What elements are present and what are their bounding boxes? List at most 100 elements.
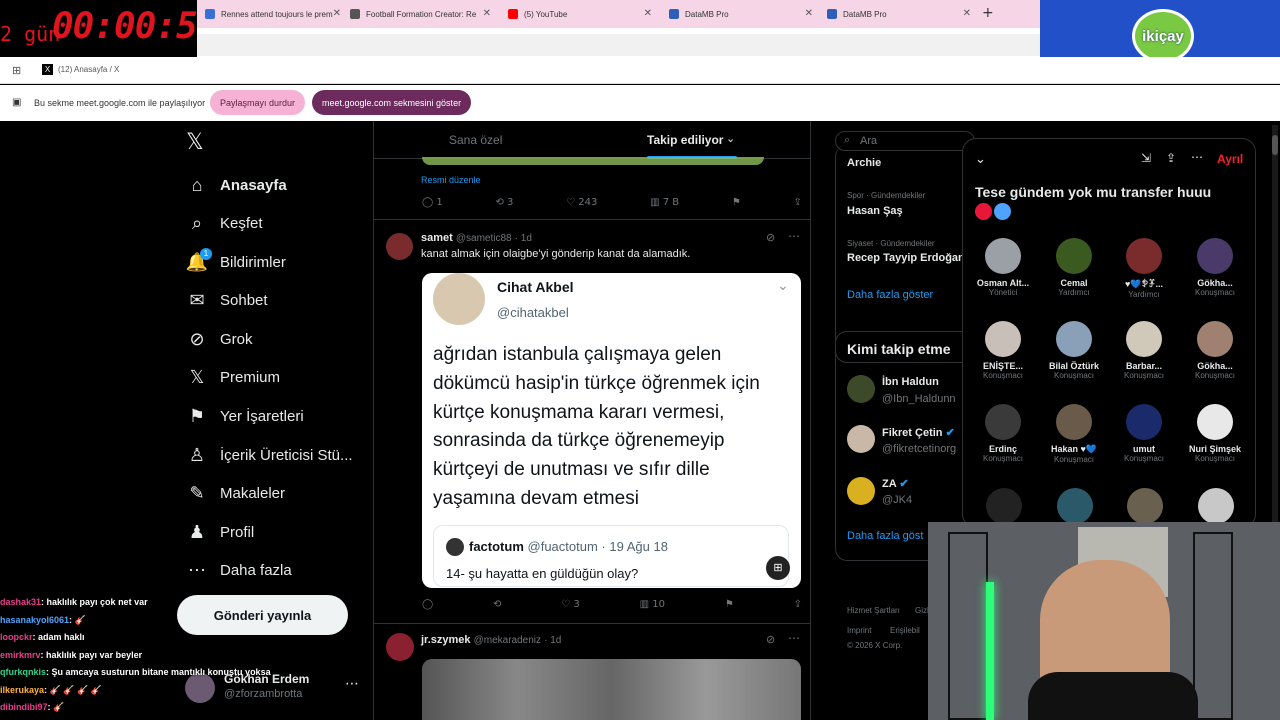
bookmark-button[interactable]: ⚑ [725,599,734,610]
browser-tab[interactable]: Rennes attend toujours le prem ✕ [197,0,347,28]
sidebar-item-bookmarks[interactable]: ⚑ Yer İşaretleri [186,401,304,431]
inner-author-name: factotum [469,539,524,554]
x-logo-icon: X [42,64,53,75]
speaker[interactable]: ♥💙ꉣꐞ... Yardımcı [1111,238,1177,299]
site-favicon-icon [350,9,360,19]
follow-name[interactable]: Fikret Çetin ✔ [882,426,955,439]
browser-tab[interactable]: DataMB Pro ✕ [661,0,819,28]
bookmark-button[interactable]: ⚑ [732,197,741,208]
more-icon: ⋯ [188,559,206,580]
avatar[interactable] [847,425,875,453]
footer-link[interactable]: Imprint [847,626,871,635]
trend-title[interactable]: Hasan Şaş [847,205,903,217]
author-name[interactable]: jr.szymek [421,634,471,646]
sidebar-item-articles[interactable]: ✎ Makaleler [186,478,285,508]
sidebar-item-profile[interactable]: ♟ Profil [186,517,254,547]
follow-name[interactable]: ZA ✔ [882,477,909,490]
avatar[interactable] [386,233,413,260]
avatar[interactable] [386,633,414,661]
footer-link[interactable]: Gizl [915,606,929,615]
account-menu-icon[interactable]: ⋯ [345,676,359,692]
avatar [1126,238,1162,274]
leave-button[interactable]: Ayrıl [1217,152,1243,166]
chat-username: dashak31 [0,597,42,607]
speaker[interactable]: Cemal Yardımcı [1041,238,1107,297]
close-icon[interactable]: ✕ [644,8,652,19]
views-button[interactable]: ▥ 10 [640,599,665,610]
collapse-icon[interactable]: ⌄ [975,151,986,167]
speaker[interactable]: Barbar... Konuşmacı [1111,321,1177,380]
share-icon[interactable]: ⇪ [1166,151,1176,165]
post-image[interactable] [422,659,801,720]
share-screen-icon: ▣ [12,97,22,108]
minimize-icon[interactable]: ⇲ [1141,151,1151,165]
sidebar-item-home[interactable]: ⌂ Anasayfa [186,170,287,200]
close-icon[interactable]: ✕ [963,8,971,19]
more-icon[interactable]: ⋯ [788,631,800,645]
speaker[interactable]: Gökha... Konuşmacı [1182,238,1248,297]
verified-icon: ✔ [899,478,909,490]
avatar[interactable] [847,375,875,403]
sidebar-item-notifications[interactable]: 🔔 1 Bildirimler [186,247,286,277]
trend-title[interactable]: Recep Tayyip Erdoğan [847,252,965,264]
browser-tab[interactable]: Football Formation Creator: Re ✕ [342,0,497,28]
tab-for-you[interactable]: Sana özel [449,133,502,147]
follow-name[interactable]: İbn Haldun [882,376,939,388]
share-icon[interactable]: ⇪ [794,599,802,610]
chevron-down-icon[interactable]: ⌄ [726,132,735,145]
new-tab-icon[interactable]: + [982,5,994,21]
sidebar-item-premium[interactable]: 𝕏 Premium [186,362,280,392]
speaker[interactable]: Erdinç Konuşmacı [970,404,1036,463]
reply-button[interactable]: ◯ [422,599,433,610]
post-actions: ◯ ⟲ ♡ 3 ▥ 10 ⚑ ⇪ [422,599,802,610]
reply-button[interactable]: ◯ 1 [422,197,443,208]
like-button[interactable]: ♡ 243 [566,197,597,208]
speaker[interactable]: Gökha... Konuşmacı [1182,321,1248,380]
browser-tab[interactable]: (5) YouTube ✕ [500,0,658,28]
sidebar-item-messages[interactable]: ✉ Sohbet [186,285,267,315]
edit-image-link[interactable]: Resmi düzenle [421,175,481,185]
speaker[interactable]: Bilal Öztürk Konuşmacı [1041,321,1107,380]
share-icon[interactable]: ⇪ [794,197,802,208]
close-icon[interactable]: ✕ [483,8,491,19]
inner-date: 19 Ağu 18 [609,539,668,554]
repost-button[interactable]: ⟲ 3 [495,197,513,208]
more-icon[interactable]: ⋯ [1191,150,1203,164]
speaker[interactable]: Hakan ♥💙 Konuşmacı [1041,404,1107,464]
trend-title[interactable]: Archie [847,157,881,169]
sidebar-item-grok[interactable]: ⊘ Grok [186,324,252,354]
apps-grid-icon[interactable]: ⊞ [12,64,21,77]
speaker[interactable]: ENİŞTE... Konuşmacı [970,321,1036,380]
repost-button[interactable]: ⟲ [493,599,501,610]
close-icon[interactable]: ✕ [333,8,341,19]
like-button[interactable]: ♡ 3 [561,599,580,610]
avatar[interactable] [847,477,875,505]
x-logo-icon[interactable]: 𝕏 [186,130,204,155]
spaces-panel: ⌄ ⇲ ⇪ ⋯ Ayrıl Tese gündem yok mu transfe… [962,138,1256,528]
more-icon[interactable]: ⋯ [788,229,800,243]
close-icon[interactable]: ✕ [805,8,813,19]
sidebar-item-more[interactable]: ⋯ Daha fazla [186,555,292,585]
views-button[interactable]: ▥ 7 B [650,197,679,208]
speaker[interactable]: umut Konuşmacı [1111,404,1177,463]
show-meet-tab-button[interactable]: meet.google.com sekmesini göster [312,90,472,115]
author-name[interactable]: samet [421,232,453,244]
show-more-link[interactable]: Daha fazla göst [847,530,923,542]
sidebar-item-explore[interactable]: ⌕ Keşfet [186,208,263,238]
grok-icon[interactable]: ⊘ [766,633,775,646]
chat-message: ilkerukaya: 🎸 🎸 🎸 🎸 [0,684,102,695]
footer-link[interactable]: Erişilebil [890,626,920,635]
browser-tab[interactable]: DataMB Pro ✕ [819,0,977,28]
footer-link[interactable]: Hizmet Şartları [847,606,900,615]
show-more-link[interactable]: Daha fazla göster [847,289,933,301]
address-bar[interactable] [197,28,1040,57]
grok-icon[interactable]: ⊘ [766,231,775,244]
stop-sharing-button[interactable]: Paylaşmayı durdur [210,90,306,115]
chat-username: emirkmrv [0,649,41,660]
bookmark-tab-title[interactable]: (12) Anasayfa / X [58,65,119,74]
post-image[interactable]: Cihat Akbel @cihatakbel ⌄ ağrıdan istanb… [422,273,801,588]
speaker[interactable]: Nuri Şimşek Konuşmacı [1182,404,1248,463]
speaker[interactable]: Osman Alt... Yönetici [970,238,1036,297]
tab-following[interactable]: Takip ediliyor [647,133,723,147]
sidebar-item-creator-studio[interactable]: ♙ İçerik Üreticisi Stü... [186,440,353,470]
